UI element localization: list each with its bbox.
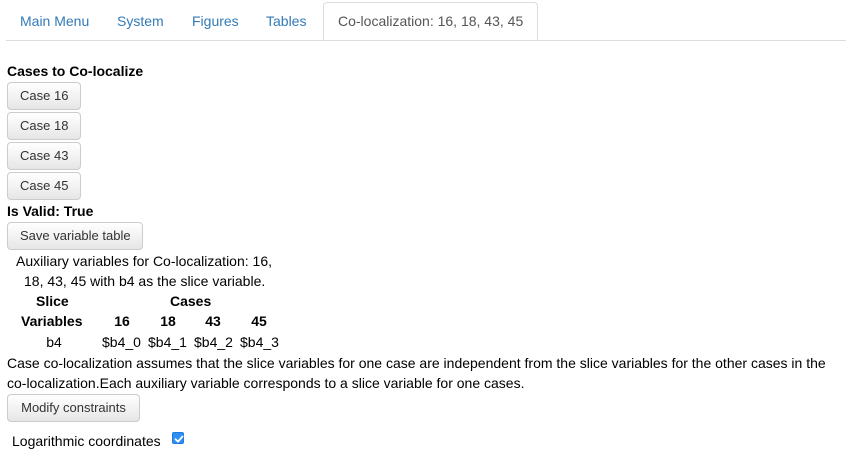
- case-column-header: 43: [205, 313, 221, 329]
- case-column-header: 18: [160, 313, 176, 329]
- tab-figures[interactable]: Figures: [192, 2, 239, 40]
- modify-constraints-button[interactable]: Modify constraints: [7, 394, 140, 422]
- log-coords-label: Logarithmic coordinates: [12, 433, 161, 449]
- aux-variable-cell: $b4_0: [102, 334, 141, 350]
- aux-description-line1: Auxiliary variables for Co-localization:…: [16, 253, 272, 269]
- tab-tables[interactable]: Tables: [266, 2, 306, 40]
- validity-status: Is Valid: True: [7, 203, 94, 219]
- tab-colocalization[interactable]: Co-localization: 16, 18, 43, 45: [323, 2, 539, 40]
- slice-variable-cell: b4: [46, 334, 62, 350]
- tab-bar: Main Menu System Figures Tables Co-local…: [6, 2, 846, 41]
- tab-system[interactable]: System: [117, 2, 164, 40]
- case-16-button[interactable]: Case 16: [7, 82, 81, 110]
- save-variable-table-button[interactable]: Save variable table: [7, 222, 143, 250]
- log-coords-checkbox[interactable]: [172, 432, 184, 444]
- tab-main-menu[interactable]: Main Menu: [20, 2, 89, 40]
- cases-heading: Cases to Co-localize: [7, 63, 144, 79]
- explanation-line2: co-localization.Each auxiliary variable …: [7, 375, 525, 391]
- checkmark-icon: [174, 435, 184, 443]
- cases-header: Cases: [170, 293, 212, 309]
- case-column-header: 16: [114, 313, 130, 329]
- slice-variables-header: Variables: [21, 313, 83, 329]
- aux-variable-cell: $b4_3: [240, 334, 279, 350]
- aux-description-line2: 18, 43, 45 with b4 as the slice variable…: [24, 273, 266, 289]
- case-43-button[interactable]: Case 43: [7, 142, 81, 170]
- explanation-line1: Case co-localization assumes that the sl…: [7, 355, 826, 371]
- case-column-header: 45: [251, 313, 267, 329]
- case-45-button[interactable]: Case 45: [7, 172, 81, 200]
- case-18-button[interactable]: Case 18: [7, 112, 81, 140]
- aux-variable-cell: $b4_2: [194, 334, 233, 350]
- aux-variable-cell: $b4_1: [148, 334, 187, 350]
- slice-header: Slice: [36, 293, 69, 309]
